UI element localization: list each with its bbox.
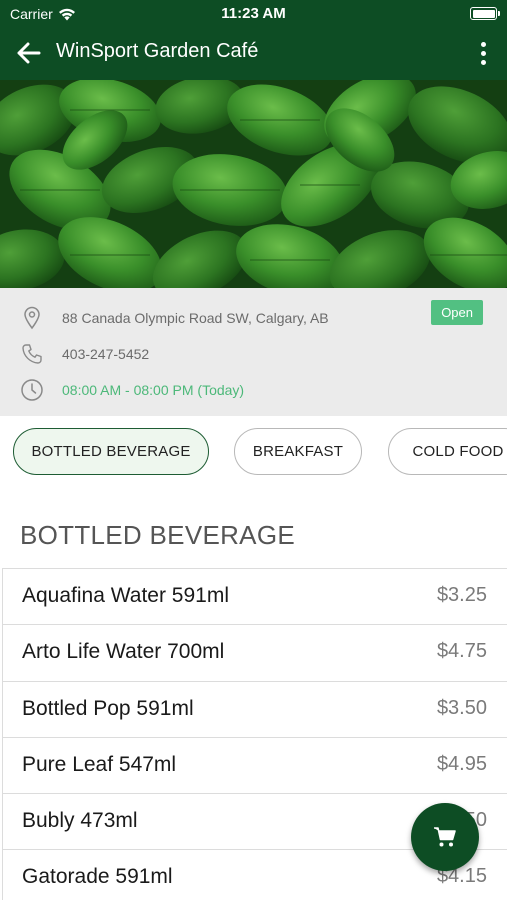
hero-image <box>0 80 507 288</box>
location-info-panel: 88 Canada Olympic Road SW, Calgary, AB 4… <box>0 288 507 416</box>
status-time: 11:23 AM <box>221 5 286 22</box>
item-name: Gatorade 591ml <box>22 865 173 889</box>
clock-icon <box>18 376 46 404</box>
item-name: Aquafina Water 591ml <box>22 584 229 607</box>
hours-text: 08:00 AM - 08:00 PM (Today) <box>62 382 245 398</box>
section-title: BOTTLED BEVERAGE <box>20 520 295 550</box>
item-name: Bubly 473ml <box>22 809 138 833</box>
phone-icon <box>18 340 46 368</box>
basil-leaves-image <box>0 80 507 288</box>
nav-bar: WinSport Garden Café <box>0 28 507 80</box>
menu-item[interactable]: Aquafina Water 591ml $3.25 <box>2 569 507 626</box>
item-name: Arto Life Water 700ml <box>22 640 225 664</box>
menu-item[interactable]: Bottled Pop 591ml $3.50 <box>2 681 507 738</box>
item-name: Bottled Pop 591ml <box>22 696 194 720</box>
address-text: 88 Canada Olympic Road SW, Calgary, AB <box>62 310 329 326</box>
item-price: $3.50 <box>436 696 487 719</box>
battery-icon <box>470 7 500 20</box>
back-button[interactable] <box>14 38 44 68</box>
phone-text[interactable]: 403-247-5452 <box>62 346 149 362</box>
arrow-left-icon <box>17 42 41 64</box>
status-bar: Carrier 11:23 AM <box>0 0 507 28</box>
item-price: $3.25 <box>436 584 487 606</box>
location-pin-icon <box>18 304 46 332</box>
category-tabs: BOTTLED BEVERAGE BREAKFAST COLD FOOD <box>0 416 507 488</box>
phone-row[interactable]: 403-247-5452 <box>18 340 149 368</box>
item-price: $4.95 <box>436 752 487 775</box>
app-header: Carrier 11:23 AM WinSport Garden Café <box>0 0 507 80</box>
tab-cold-food[interactable]: COLD FOOD <box>388 428 507 475</box>
address-row: 88 Canada Olympic Road SW, Calgary, AB <box>18 304 329 332</box>
more-options-button[interactable] <box>473 38 493 68</box>
menu-item[interactable]: Pure Leaf 547ml $4.95 <box>2 737 507 795</box>
more-vertical-icon <box>480 41 486 47</box>
shopping-cart-icon <box>434 827 456 847</box>
cart-button[interactable] <box>411 803 479 871</box>
page-title: WinSport Garden Café <box>56 40 259 62</box>
item-price: $4.75 <box>436 640 487 663</box>
hours-row: 08:00 AM - 08:00 PM (Today) <box>18 376 244 404</box>
open-status-badge: Open <box>431 300 483 325</box>
tab-breakfast[interactable]: BREAKFAST <box>234 428 362 475</box>
menu-item[interactable]: Arto Life Water 700ml $4.75 <box>2 625 507 682</box>
item-name: Pure Leaf 547ml <box>22 752 177 776</box>
tab-bottled-beverage[interactable]: BOTTLED BEVERAGE <box>13 428 209 475</box>
